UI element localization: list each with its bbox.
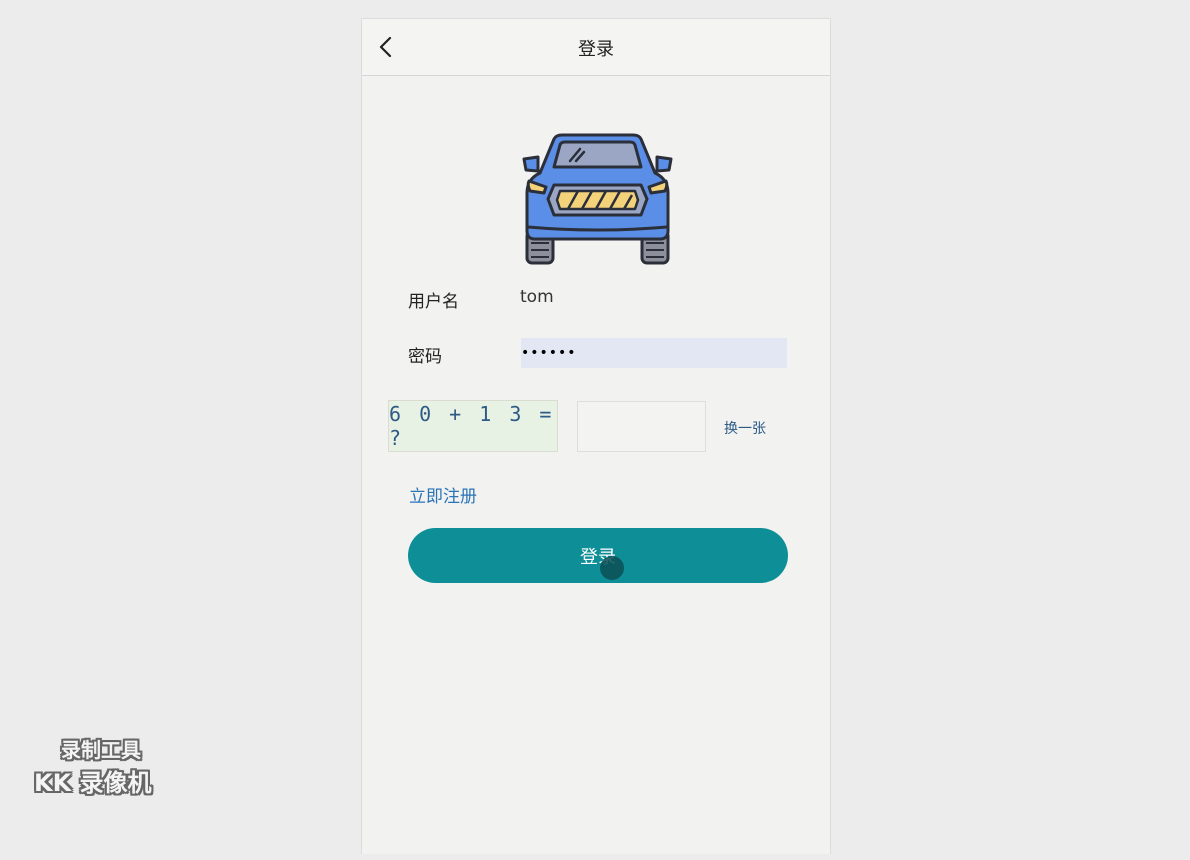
captcha-image[interactable]: 6 0 + 1 3 = ? [388,400,558,452]
page-title: 登录 [578,39,614,60]
mouse-cursor-icon [600,556,624,580]
username-field[interactable]: tom [520,287,554,307]
username-label: 用户名 [408,292,459,312]
register-link[interactable]: 立即注册 [409,482,477,507]
login-button[interactable]: 登录 [408,528,788,583]
watermark-line2: KK 录像机 [34,769,152,797]
watermark-line1: 录制工具 [61,738,141,762]
password-field[interactable] [521,338,787,368]
captcha-input[interactable] [577,401,706,452]
navbar: 登录 [362,19,830,76]
recorder-watermark: 录制工具 KK 录像机 [34,734,174,798]
password-label: 密码 [408,347,442,367]
refresh-captcha-link[interactable]: 换一张 [724,418,766,438]
login-screen: 登录 用户名 tom 密码 6 0 + 1 3 = ? 换一张 立即注册 登录 [361,18,831,854]
car-logo-icon [522,133,673,265]
